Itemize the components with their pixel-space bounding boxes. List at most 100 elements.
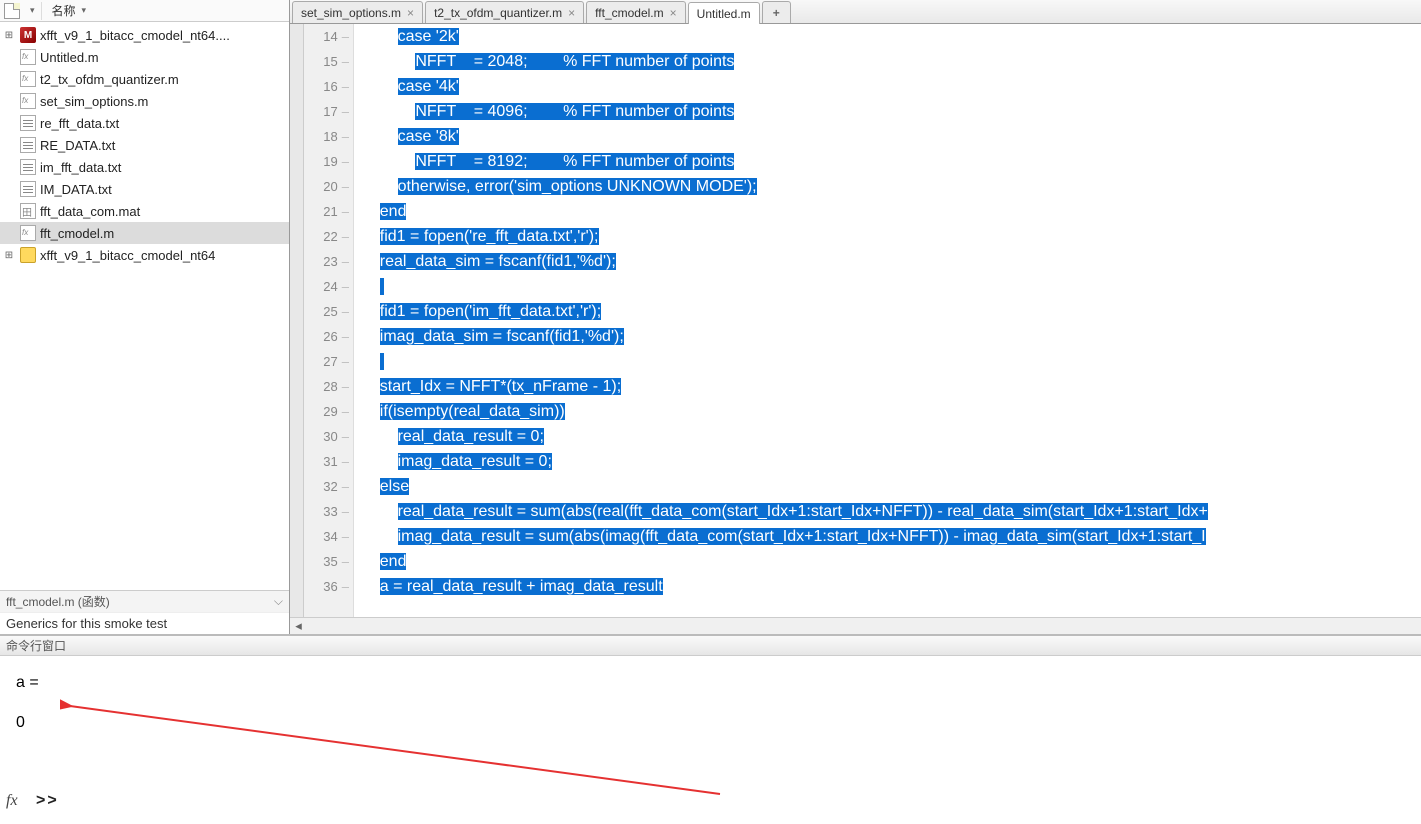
- new-tab-button[interactable]: +: [762, 1, 791, 23]
- code-line[interactable]: real_data_result = sum(abs(real(fft_data…: [354, 499, 1421, 524]
- line-number[interactable]: 20–: [304, 174, 349, 199]
- expander-icon: [2, 138, 16, 152]
- line-number-gutter[interactable]: 14–15–16–17–18–19–20–21–22–23–24–25–26–2…: [304, 24, 354, 617]
- col-header-name[interactable]: 名称: [52, 2, 76, 19]
- line-number[interactable]: 23–: [304, 249, 349, 274]
- code-line[interactable]: case '2k': [354, 24, 1421, 49]
- file-row[interactable]: t2_tx_ofdm_quantizer.m: [0, 68, 289, 90]
- line-number[interactable]: 32–: [304, 474, 349, 499]
- new-file-caret[interactable]: ▾: [30, 5, 35, 16]
- txt-icon: [20, 181, 36, 197]
- code-line[interactable]: a = real_data_result + imag_data_result: [354, 574, 1421, 599]
- code-line[interactable]: if(isempty(real_data_sim)): [354, 399, 1421, 424]
- line-number[interactable]: 19–: [304, 149, 349, 174]
- code-line[interactable]: case '4k': [354, 74, 1421, 99]
- file-row[interactable]: fft_cmodel.m: [0, 222, 289, 244]
- code-line[interactable]: imag_data_sim = fscanf(fid1,'%d');: [354, 324, 1421, 349]
- expander-icon[interactable]: ⊞: [2, 28, 16, 42]
- expander-icon: [2, 50, 16, 64]
- file-name: set_sim_options.m: [40, 94, 148, 109]
- file-name: RE_DATA.txt: [40, 138, 115, 153]
- line-number[interactable]: 28–: [304, 374, 349, 399]
- line-number[interactable]: 16–: [304, 74, 349, 99]
- line-number[interactable]: 24–: [304, 274, 349, 299]
- command-window: 命令行窗口 a = 0 fx >>: [0, 634, 1421, 824]
- line-number[interactable]: 21–: [304, 199, 349, 224]
- file-tree[interactable]: ⊞xfft_v9_1_bitacc_cmodel_nt64....Untitle…: [0, 22, 289, 590]
- code-line[interactable]: start_Idx = NFFT*(tx_nFrame - 1);: [354, 374, 1421, 399]
- file-browser-sidebar: ▾ 名称 ▾ ⊞xfft_v9_1_bitacc_cmodel_nt64....…: [0, 0, 290, 634]
- line-number[interactable]: 31–: [304, 449, 349, 474]
- line-number[interactable]: 22–: [304, 224, 349, 249]
- expander-icon: [2, 182, 16, 196]
- line-number[interactable]: 36–: [304, 574, 349, 599]
- line-number[interactable]: 33–: [304, 499, 349, 524]
- file-row[interactable]: fft_data_com.mat: [0, 200, 289, 222]
- code-line[interactable]: end: [354, 549, 1421, 574]
- file-row[interactable]: ⊞xfft_v9_1_bitacc_cmodel_nt64: [0, 244, 289, 266]
- line-number[interactable]: 25–: [304, 299, 349, 324]
- code-line[interactable]: [354, 349, 1421, 374]
- editor-tab[interactable]: t2_tx_ofdm_quantizer.m ×: [425, 1, 584, 23]
- code-line[interactable]: imag_data_result = 0;: [354, 449, 1421, 474]
- code-line[interactable]: real_data_result = 0;: [354, 424, 1421, 449]
- code-line[interactable]: fid1 = fopen('re_fft_data.txt','r');: [354, 224, 1421, 249]
- file-row[interactable]: IM_DATA.txt: [0, 178, 289, 200]
- mfile-icon: [20, 71, 36, 87]
- fx-icon[interactable]: fx: [6, 788, 18, 814]
- line-number[interactable]: 30–: [304, 424, 349, 449]
- code-line[interactable]: imag_data_result = sum(abs(imag(fft_data…: [354, 524, 1421, 549]
- file-row[interactable]: Untitled.m: [0, 46, 289, 68]
- code-line[interactable]: NFFT = 2048; % FFT number of points: [354, 49, 1421, 74]
- close-icon[interactable]: ×: [670, 6, 677, 20]
- scroll-left-icon[interactable]: ◂: [290, 619, 307, 634]
- new-file-icon[interactable]: [4, 3, 20, 19]
- line-number[interactable]: 34–: [304, 524, 349, 549]
- code-editor[interactable]: case '2k' NFFT = 2048; % FFT number of p…: [354, 24, 1421, 617]
- file-name: IM_DATA.txt: [40, 182, 112, 197]
- command-window-body[interactable]: a = 0 fx >>: [0, 656, 1421, 824]
- code-line[interactable]: otherwise, error('sim_options UNKNOWN MO…: [354, 174, 1421, 199]
- file-row[interactable]: im_fft_data.txt: [0, 156, 289, 178]
- close-icon[interactable]: ×: [407, 6, 414, 20]
- line-number[interactable]: 18–: [304, 124, 349, 149]
- txt-icon: [20, 137, 36, 153]
- editor-tab[interactable]: fft_cmodel.m×: [586, 1, 686, 23]
- code-line[interactable]: case '8k': [354, 124, 1421, 149]
- file-name: fft_cmodel.m: [40, 226, 114, 241]
- code-line[interactable]: NFFT = 8192; % FFT number of points: [354, 149, 1421, 174]
- file-row[interactable]: set_sim_options.m: [0, 90, 289, 112]
- code-line[interactable]: NFFT = 4096; % FFT number of points: [354, 99, 1421, 124]
- col-sort-caret[interactable]: ▾: [82, 5, 87, 16]
- code-line[interactable]: else: [354, 474, 1421, 499]
- line-number[interactable]: 14–: [304, 24, 349, 49]
- breakpoint-gutter[interactable]: [290, 24, 304, 617]
- console-output-varname: a =: [16, 670, 1421, 696]
- details-panel-header[interactable]: fft_cmodel.m (函数): [0, 590, 289, 612]
- line-number[interactable]: 15–: [304, 49, 349, 74]
- file-row[interactable]: re_fft_data.txt: [0, 112, 289, 134]
- tab-label: Untitled.m: [697, 7, 751, 21]
- file-row[interactable]: ⊞xfft_v9_1_bitacc_cmodel_nt64....: [0, 24, 289, 46]
- line-number[interactable]: 17–: [304, 99, 349, 124]
- editor-tab[interactable]: Untitled.m: [688, 2, 760, 24]
- horizontal-scrollbar[interactable]: ◂: [290, 617, 1421, 634]
- expander-icon: [2, 72, 16, 86]
- expander-icon[interactable]: ⊞: [2, 248, 16, 262]
- code-line[interactable]: end: [354, 199, 1421, 224]
- editor-tab[interactable]: set_sim_options.m×: [292, 1, 423, 23]
- file-name: t2_tx_ofdm_quantizer.m: [40, 72, 179, 87]
- tab-label: t2_tx_ofdm_quantizer.m: [434, 6, 562, 20]
- folder-icon: [20, 247, 36, 263]
- console-output-value: 0: [16, 710, 1421, 736]
- code-line[interactable]: real_data_sim = fscanf(fid1,'%d');: [354, 249, 1421, 274]
- line-number[interactable]: 35–: [304, 549, 349, 574]
- line-number[interactable]: 26–: [304, 324, 349, 349]
- line-number[interactable]: 27–: [304, 349, 349, 374]
- close-icon[interactable]: ×: [568, 6, 575, 20]
- code-line[interactable]: [354, 274, 1421, 299]
- file-row[interactable]: RE_DATA.txt: [0, 134, 289, 156]
- line-number[interactable]: 29–: [304, 399, 349, 424]
- expander-icon: [2, 94, 16, 108]
- code-line[interactable]: fid1 = fopen('im_fft_data.txt','r');: [354, 299, 1421, 324]
